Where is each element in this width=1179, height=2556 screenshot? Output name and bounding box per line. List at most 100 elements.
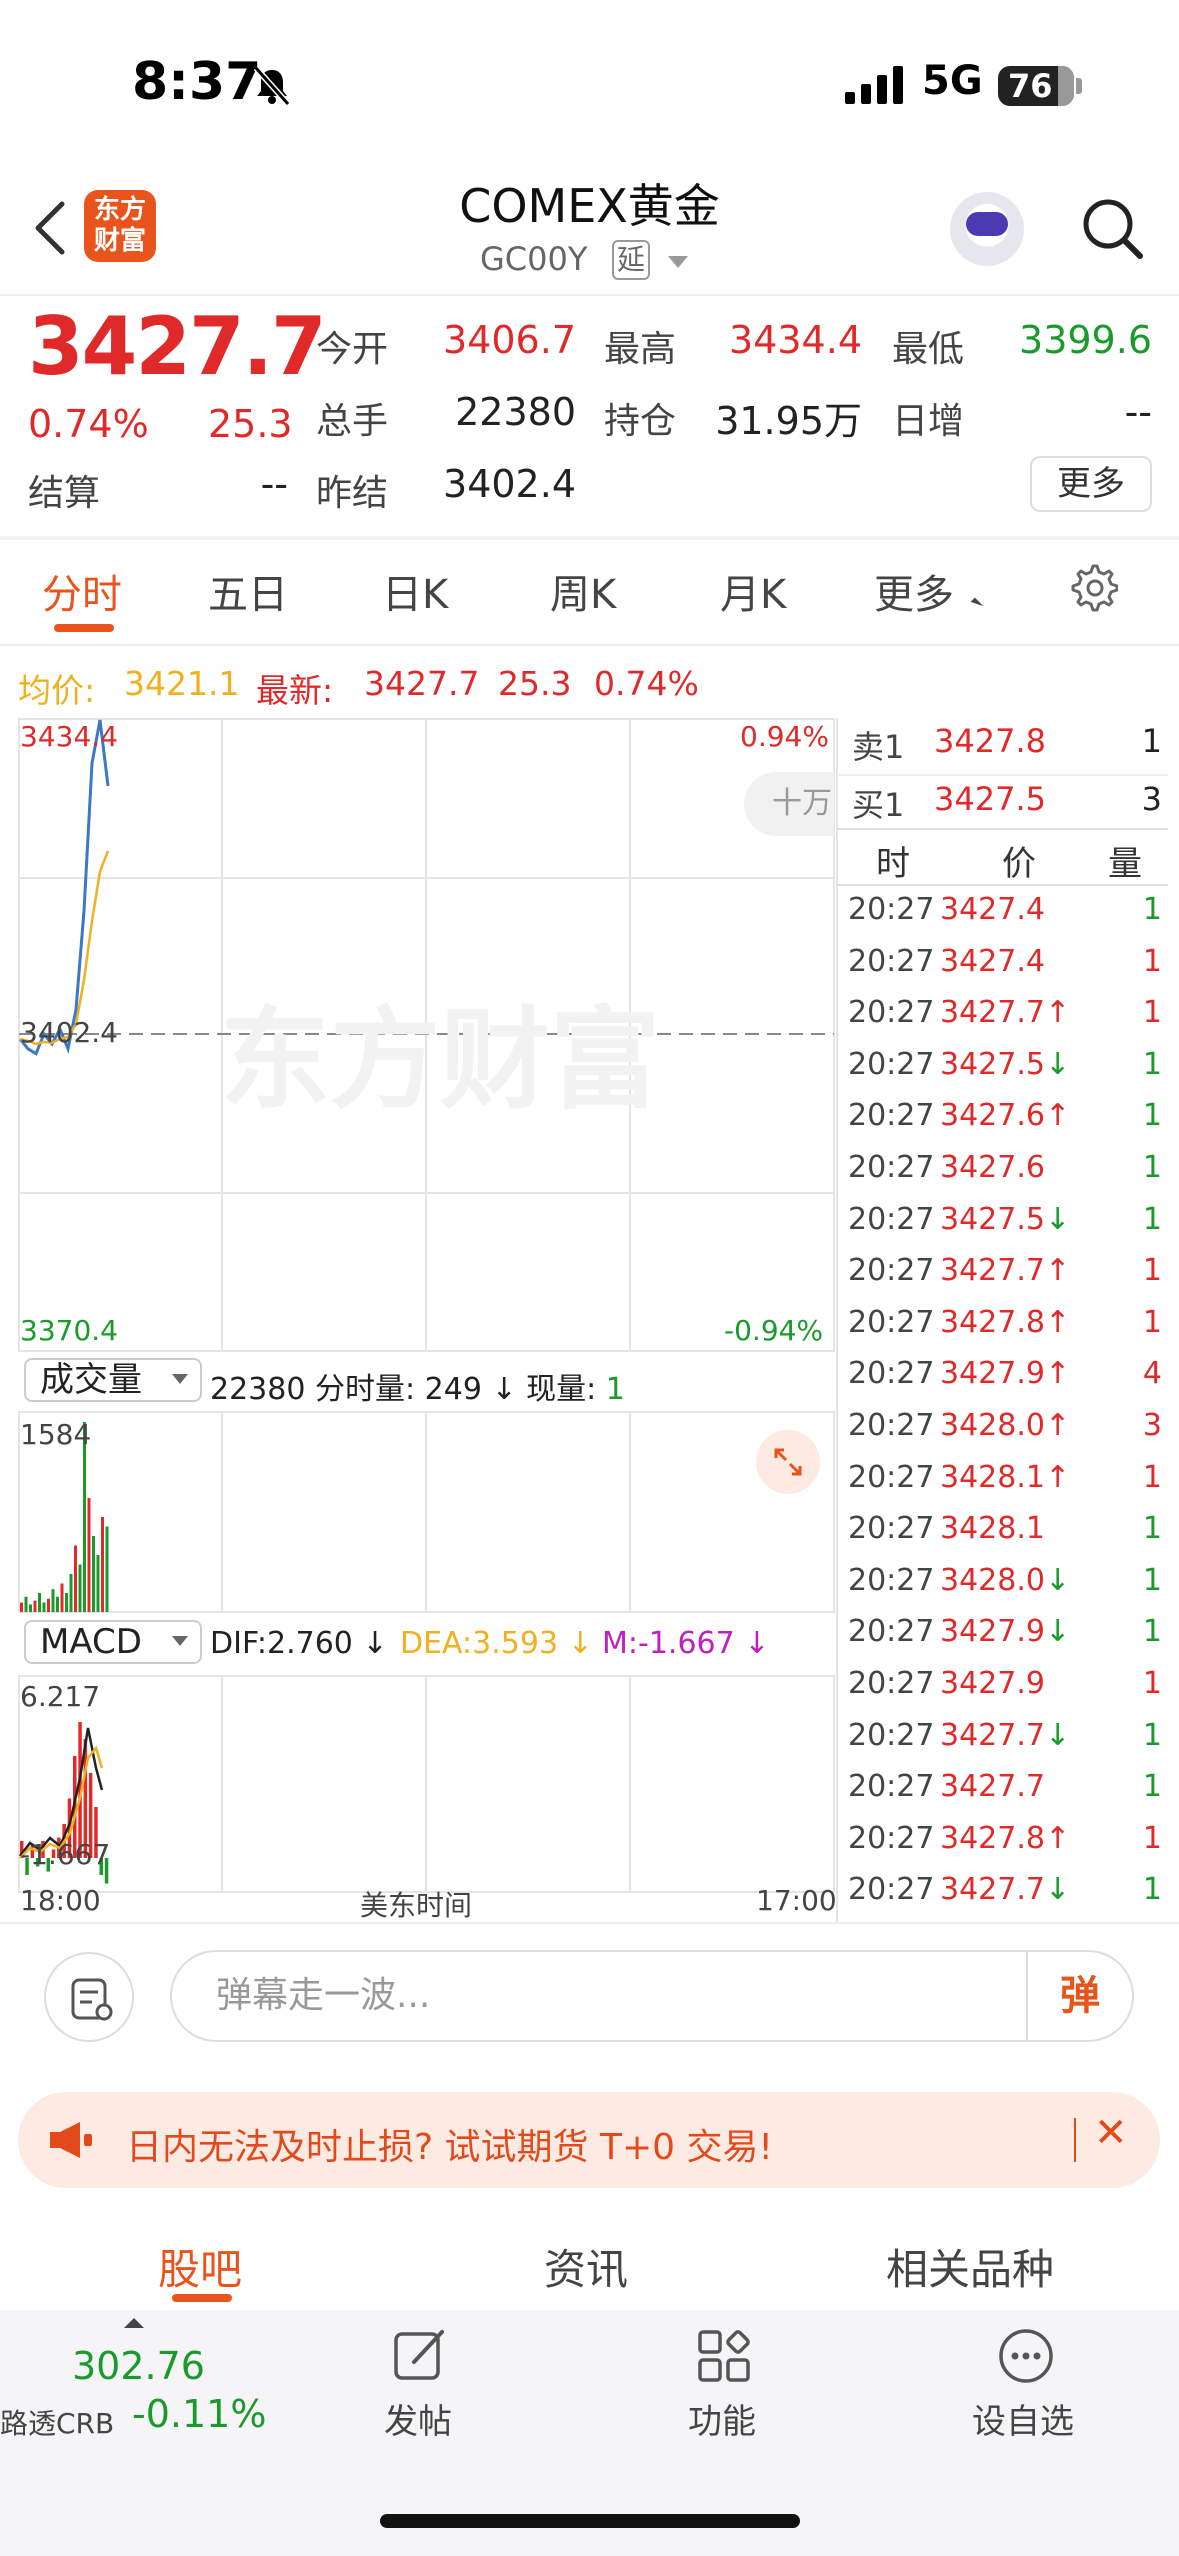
- level2-tag[interactable]: 十万: [744, 772, 834, 836]
- volume-bar: [92, 1536, 95, 1612]
- arrow-up-icon: ↑: [1044, 1304, 1071, 1340]
- trade-time: 20:27: [848, 1098, 935, 1134]
- arrow-up-icon: ↑: [1044, 1408, 1071, 1443]
- trade-price: 3427.9: [940, 1666, 1045, 1701]
- trade-time: 20:27: [848, 1253, 935, 1289]
- prev-settle-value: 3402.4: [443, 462, 576, 506]
- trade-time: 20:27: [848, 1304, 935, 1340]
- trade-price: 3427.9↑: [940, 1356, 1071, 1392]
- trade-row: 20:27 3427.4 1: [848, 892, 1166, 944]
- volume-max-label: 1584: [20, 1418, 92, 1451]
- trade-price: 3427.4: [940, 943, 1045, 979]
- trade-header: 时 价 量: [876, 844, 1142, 884]
- trade-time: 20:27: [848, 1666, 935, 1701]
- avg-price-value: 3421.1: [124, 664, 240, 703]
- trade-price: 3427.8↑: [940, 1304, 1071, 1340]
- tab-five-day[interactable]: 五日: [208, 562, 288, 620]
- trade-qty: 1: [1142, 1717, 1162, 1753]
- tab-daily-k[interactable]: 日K: [382, 562, 448, 620]
- tab-weekly-k[interactable]: 周K: [550, 562, 616, 620]
- trade-row: 20:27 3427.5↓ 1: [848, 1047, 1166, 1099]
- trade-row: 20:27 3427.4 1: [848, 944, 1166, 996]
- arrow-up-icon: ↑: [1044, 1098, 1071, 1134]
- expand-up-icon[interactable]: [124, 2318, 144, 2328]
- y-axis-bottom: 3370.4: [20, 1314, 118, 1347]
- latest-label: 最新:: [256, 671, 334, 710]
- trade-row: 20:27 3427.8↑ 1: [848, 1821, 1166, 1873]
- trade-price: 3427.9↓: [940, 1614, 1071, 1650]
- index-pct[interactable]: -0.11%: [132, 2392, 266, 2436]
- macd-indicator-select[interactable]: MACD: [24, 1620, 202, 1664]
- tab-related[interactable]: 相关品种: [886, 2236, 1054, 2297]
- trade-row: 20:27 3427.9↑ 4: [848, 1356, 1166, 1408]
- banner-text[interactable]: 日内无法及时止损? 试试期货 T+0 交易!: [126, 2118, 773, 2170]
- low-label: 最低: [892, 329, 965, 370]
- grid-functions-icon[interactable]: [694, 2326, 754, 2386]
- divider: [0, 1922, 1179, 1924]
- delayed-tag: 延: [612, 240, 650, 280]
- tab-monthly-k[interactable]: 月K: [720, 562, 786, 620]
- latest-change: 25.3: [498, 664, 572, 703]
- danmu-button[interactable]: 弹: [1026, 1952, 1132, 2040]
- battery-tip: [1076, 78, 1082, 94]
- volume-indicator-select[interactable]: 成交量: [24, 1358, 202, 1402]
- volume-bar: [69, 1574, 73, 1612]
- trade-time: 20:27: [848, 1356, 935, 1392]
- edit-post-icon[interactable]: [390, 2326, 450, 2386]
- volume-label: 总手: [316, 401, 389, 442]
- y-axis-mid: 3402.4: [20, 1016, 118, 1049]
- danmu-input[interactable]: 弹幕走一波...: [170, 1950, 1134, 2042]
- trade-time: 20:27: [848, 1408, 935, 1443]
- notes-button[interactable]: [44, 1952, 134, 2042]
- tab-news[interactable]: 资讯: [544, 2236, 628, 2297]
- settle-label: 结算: [28, 473, 101, 514]
- trade-time: 20:27: [848, 1201, 935, 1237]
- x-axis-mid: 美东时间: [360, 1889, 473, 1922]
- banner-divider: [1074, 2118, 1076, 2162]
- trade-qty: 1: [1142, 1820, 1162, 1856]
- trade-qty: 1: [1142, 892, 1162, 927]
- trade-qty: 1: [1142, 1046, 1162, 1082]
- tab-forum[interactable]: 股吧: [158, 2236, 242, 2297]
- more-dots-icon[interactable]: [996, 2326, 1056, 2386]
- trade-qty: 3: [1142, 1408, 1162, 1443]
- trade-time: 20:27: [848, 1717, 935, 1753]
- intraday-chart[interactable]: [18, 718, 836, 1922]
- open-interest-value: 31.95万: [715, 399, 862, 443]
- post-label[interactable]: 发帖: [384, 2394, 452, 2443]
- gear-icon[interactable]: [1068, 562, 1118, 612]
- add-watchlist-label[interactable]: 设自选: [972, 2394, 1074, 2443]
- price-line: [18, 719, 110, 1056]
- daily-increase-value: --: [1124, 390, 1152, 434]
- signal-icon: [845, 66, 903, 104]
- trade-row: 20:27 3428.0↑ 3: [848, 1408, 1166, 1460]
- last-price: 3427.7: [28, 300, 327, 393]
- latest-pct: 0.74%: [594, 664, 699, 703]
- volume-info: 22380 分时量: 249 ↓ 现量: 1: [210, 1372, 625, 1407]
- tab-intraday[interactable]: 分时: [42, 562, 122, 620]
- close-icon[interactable]: ✕: [1094, 2110, 1128, 2156]
- y-axis-top: 3434.4: [20, 720, 118, 753]
- panel-divider: [836, 718, 838, 1922]
- quote-more-button[interactable]: 更多: [1030, 456, 1152, 512]
- trade-price: 3427.7↑: [940, 1253, 1071, 1289]
- expand-icon[interactable]: [756, 1430, 820, 1494]
- trade-price: 3427.8↑: [940, 1820, 1071, 1856]
- trade-row: 20:27 3427.7↑ 1: [848, 1253, 1166, 1305]
- chevron-down-icon: [172, 1374, 188, 1384]
- macd-dea: DEA:3.593 ↓: [400, 1626, 593, 1661]
- trade-row: 20:27 3427.9↓ 1: [848, 1614, 1166, 1666]
- change-amount: 25.3: [208, 402, 293, 446]
- chart-grid: [18, 718, 835, 1893]
- trade-qty: 1: [1142, 1769, 1162, 1805]
- index-value[interactable]: 302.76: [72, 2344, 205, 2388]
- functions-label[interactable]: 功能: [688, 2394, 756, 2443]
- tab-more[interactable]: 更多: [874, 562, 954, 620]
- trade-price: 3427.6↑: [940, 1098, 1071, 1134]
- instrument-code[interactable]: GC00Y: [480, 240, 587, 278]
- trade-price: 3428.0↓: [940, 1562, 1071, 1598]
- index-name[interactable]: 路透CRB: [0, 2402, 114, 2442]
- search-icon[interactable]: [1080, 196, 1146, 262]
- volume-bar: [105, 1526, 109, 1612]
- chevron-down-icon[interactable]: [668, 256, 688, 268]
